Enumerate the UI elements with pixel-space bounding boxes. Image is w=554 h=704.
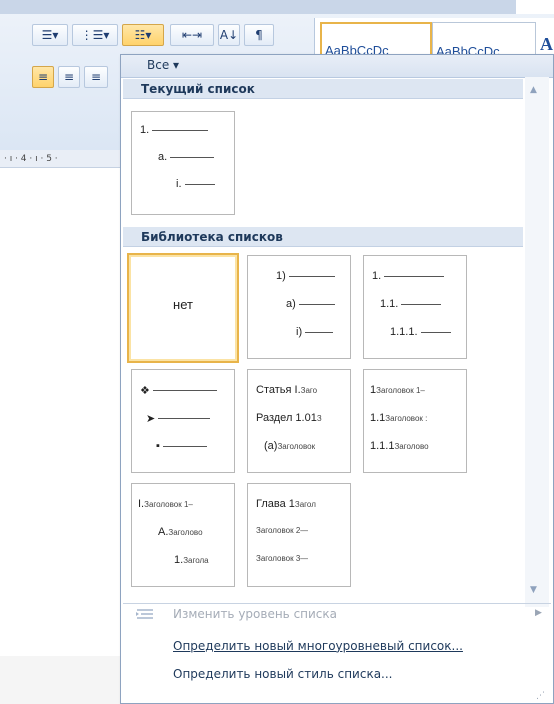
library-heading: Библиотека списков bbox=[123, 227, 523, 247]
tile-line: 1. Загола bbox=[174, 554, 209, 566]
indent-buttons[interactable]: ⇤⇥ bbox=[170, 24, 214, 46]
dropdown-scrollbar[interactable] bbox=[525, 77, 549, 607]
submenu-arrow-icon: ▶ bbox=[535, 608, 542, 618]
tile-line: I. Заголовок 1– bbox=[138, 498, 193, 510]
multilevel-list-button[interactable]: ☷▾ bbox=[122, 24, 164, 46]
dropdown-header: Все ▾ bbox=[121, 55, 553, 78]
define-new-multilevel-list-item[interactable]: Определить новый многоуровневый список..… bbox=[173, 639, 463, 653]
change-level-icon bbox=[136, 609, 153, 619]
list-bullets-tile[interactable]: ❖ ➤ ▪ bbox=[131, 369, 235, 473]
ribbon-top-strip bbox=[0, 0, 554, 14]
align-left-button[interactable]: ≡ bbox=[32, 66, 54, 88]
current-list-tile[interactable]: 1. a. i. bbox=[131, 111, 235, 215]
document-margin bbox=[0, 656, 125, 704]
define-new-list-style-item[interactable]: Определить новый стиль списка... bbox=[173, 667, 393, 681]
tile-line: i) bbox=[296, 326, 334, 338]
align-center-button[interactable]: ≡ bbox=[58, 66, 80, 88]
list-article-headings-tile[interactable]: Статья I. Заго Раздел 1.01 З (а) Заголовок bbox=[247, 369, 351, 473]
tile-line: 1.1 Заголовок : bbox=[370, 412, 428, 424]
numbering-button[interactable]: ⋮☰▾ bbox=[72, 24, 118, 46]
tile-line: 1.1.1 Заголово bbox=[370, 440, 429, 452]
document-page[interactable] bbox=[0, 168, 120, 656]
tile-line: Заголовок 3— bbox=[256, 554, 309, 563]
tile-line: i. bbox=[176, 178, 215, 190]
scroll-down-icon[interactable]: ▼ bbox=[530, 585, 537, 595]
tile-line: (а) Заголовок bbox=[264, 440, 316, 452]
tile-line: 1.1. bbox=[380, 298, 442, 310]
multilevel-list-dropdown: Все ▾ Текущий список 1. a. i. Библиотека… bbox=[120, 54, 554, 704]
tile-line: 1. bbox=[372, 270, 445, 282]
ruler: · ı · 4 · ı · 5 · bbox=[0, 150, 125, 168]
tile-line: ➤ bbox=[146, 412, 211, 425]
tile-line: ❖ bbox=[140, 384, 217, 397]
list-numbered-paren-tile[interactable]: 1) a) i) bbox=[247, 255, 351, 359]
tile-line: a) bbox=[286, 298, 335, 310]
filter-dropdown[interactable]: Все ▾ bbox=[147, 58, 179, 72]
tile-line: ▪ bbox=[156, 440, 207, 452]
sort-button[interactable]: A↓ bbox=[218, 24, 240, 46]
bullets-button[interactable]: ☰▾ bbox=[32, 24, 68, 46]
show-formatting-button[interactable]: ¶ bbox=[244, 24, 274, 46]
tile-line: Раздел 1.01 З bbox=[256, 412, 322, 424]
list-chapter-headings-tile[interactable]: Глава 1 Загол Заголовок 2— Заголовок 3— bbox=[247, 483, 351, 587]
list-numbered-outline-tile[interactable]: 1. 1.1. 1.1.1. bbox=[363, 255, 467, 359]
current-list-heading: Текущий список bbox=[123, 79, 523, 99]
list-numbered-headings-tile[interactable]: 1 Заголовок 1– 1.1 Заголовок : 1.1.1 Заголо… bbox=[363, 369, 467, 473]
resize-grip-icon[interactable]: ⋰ bbox=[536, 691, 545, 701]
tile-line: 1) bbox=[276, 270, 335, 282]
pilcrow-icon: ¶ bbox=[255, 28, 263, 42]
tile-line: Заголовок 2— bbox=[256, 526, 309, 535]
tile-line: 1.1.1. bbox=[390, 326, 451, 338]
tile-line: a. bbox=[158, 151, 215, 163]
align-right-button[interactable]: ≡ bbox=[84, 66, 108, 88]
list-roman-headings-tile[interactable]: I. Заголовок 1– A. Заголово 1. Загола bbox=[131, 483, 235, 587]
scroll-up-icon[interactable]: ▲ bbox=[530, 85, 537, 95]
ruler-ticks: · ı · 4 · ı · 5 · bbox=[4, 154, 58, 164]
menu-separator bbox=[123, 603, 551, 604]
list-none-tile[interactable]: нет bbox=[127, 253, 239, 363]
tile-line: A. Заголово bbox=[158, 526, 203, 538]
tile-line: Глава 1 Загол bbox=[256, 498, 316, 510]
tile-line: Статья I. Заго bbox=[256, 384, 318, 396]
style-heading-preview[interactable]: A bbox=[540, 34, 553, 55]
change-list-level-item[interactable]: Изменить уровень списка bbox=[173, 607, 337, 621]
tile-line: 1. bbox=[140, 124, 209, 136]
list-none-label: нет bbox=[173, 297, 193, 312]
ribbon-top-gap bbox=[516, 0, 554, 14]
tile-line: 1 Заголовок 1– bbox=[370, 384, 425, 396]
